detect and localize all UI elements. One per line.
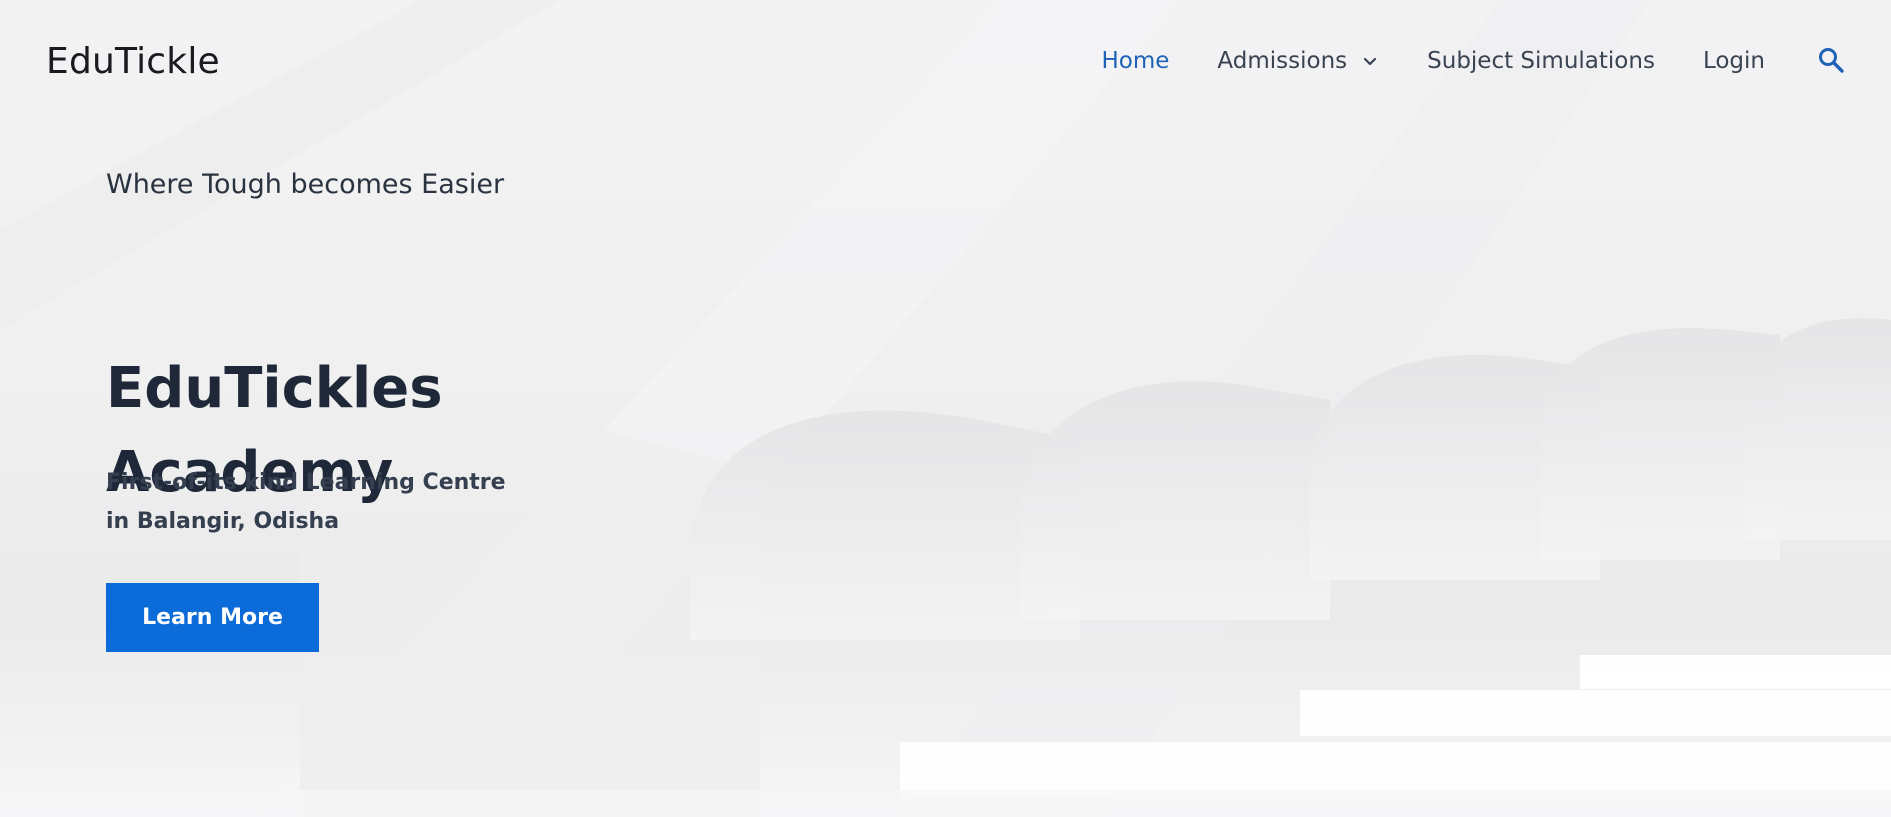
nav-item-login[interactable]: Login: [1703, 44, 1765, 78]
chevron-down-icon: [1364, 57, 1377, 66]
nav-item-label: Home: [1101, 48, 1170, 74]
hero-title-line: EduTickles: [106, 356, 443, 421]
hero-subtitle: First-of-its kind Learning Centre in Bal…: [106, 463, 626, 541]
nav-item-home[interactable]: Home: [1102, 44, 1170, 78]
site-header: EduTickle Home Admissions Subject Simula…: [0, 0, 1891, 124]
hero-subtitle-line: in Balangir, Odisha: [106, 509, 340, 534]
main-nav: Home Admissions Subject Simulations Logi…: [1102, 44, 1766, 78]
nav-item-label: Admissions: [1217, 48, 1348, 74]
search-icon[interactable]: [1817, 46, 1845, 74]
nav-item-label: Login: [1702, 48, 1765, 74]
nav-item-admissions[interactable]: Admissions: [1217, 44, 1379, 78]
nav-item-label: Subject Simulations: [1427, 48, 1655, 74]
learn-more-button[interactable]: Learn More: [106, 583, 319, 652]
page: EduTickle Home Admissions Subject Simula…: [0, 0, 1891, 817]
hero-tagline: Where Tough becomes Easier: [106, 169, 505, 200]
hero-section: Where Tough becomes Easier EduTickles Ac…: [106, 165, 726, 652]
nav-item-subject-simulations[interactable]: Subject Simulations: [1427, 44, 1655, 78]
hero-subtitle-line: First-of-its kind Learning Centre: [106, 470, 506, 495]
site-logo[interactable]: EduTickle: [46, 38, 220, 86]
